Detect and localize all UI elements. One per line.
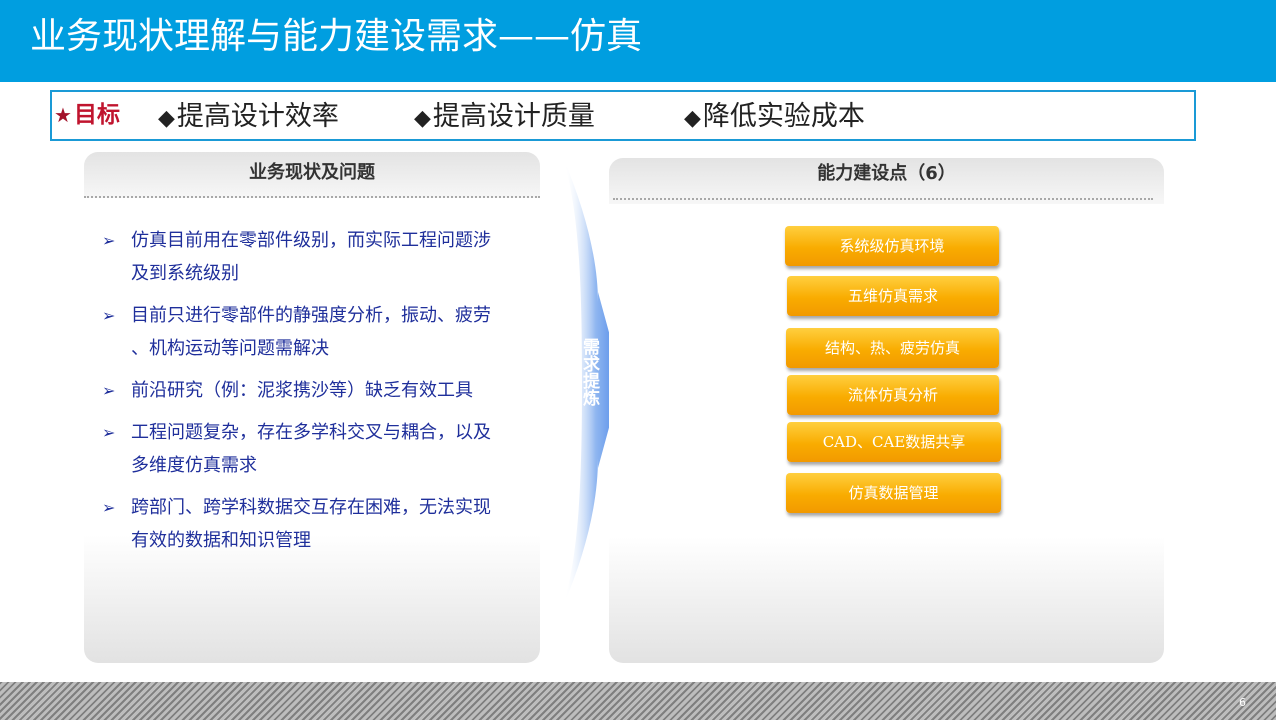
goals-bar: ★ 目标 ◆提高设计效率 ◆提高设计质量 ◆降低实验成本 — [50, 90, 1196, 141]
arrow-label: 需求提炼 — [579, 338, 599, 406]
diamond-icon: ◆ — [158, 106, 175, 131]
diamond-icon: ◆ — [414, 106, 431, 131]
footer-bar: 6 — [0, 682, 1276, 720]
list-item: ➢ 前沿研究（例：泥浆携沙等）缺乏有效工具 — [102, 374, 522, 407]
list-item: ➢ 目前只进行零部件的静强度分析，振动、疲劳 、机构运动等问题需解决 — [102, 299, 522, 365]
list-item: ➢ 工程问题复杂，存在多学科交叉与耦合，以及 多维度仿真需求 — [102, 416, 522, 482]
capability-item: 结构、热、疲劳仿真 — [786, 328, 999, 368]
capability-item: 仿真数据管理 — [786, 473, 1001, 513]
issue-list: ➢ 仿真目前用在零部件级别，而实际工程问题涉 及到系统级别 ➢ 目前只进行零部件的静强… — [102, 224, 522, 566]
capability-item: 系统级仿真环境 — [785, 226, 999, 266]
panel-title: 业务现状及问题 — [249, 162, 375, 183]
divider — [84, 196, 540, 198]
diamond-icon: ◆ — [684, 106, 701, 131]
list-item: ➢ 跨部门、跨学科数据交互存在困难，无法实现 有效的数据和知识管理 — [102, 491, 522, 557]
star-icon: ★ — [54, 103, 72, 127]
panel-title: 能力建设点（6） — [817, 163, 956, 184]
capability-item: 流体仿真分析 — [787, 375, 999, 415]
list-item: ➢ 仿真目前用在零部件级别，而实际工程问题涉 及到系统级别 — [102, 224, 522, 290]
title-bar: 业务现状理解与能力建设需求——仿真 — [0, 0, 1276, 82]
slide-title: 业务现状理解与能力建设需求——仿真 — [30, 16, 643, 57]
goal-item: ◆提高设计质量 — [414, 101, 595, 132]
goal-item: ◆降低实验成本 — [684, 101, 865, 132]
capability-item: 五维仿真需求 — [787, 276, 999, 316]
arrowhead-icon: ➢ — [102, 231, 116, 250]
goals-label: 目标 — [74, 102, 120, 128]
current-status-panel: 业务现状及问题 ➢ 仿真目前用在零部件级别，而实际工程问题涉 及到系统级别 ➢ 目前只… — [84, 152, 540, 663]
arrowhead-icon: ➢ — [102, 306, 116, 325]
arrowhead-icon: ➢ — [102, 381, 116, 400]
goal-item: ◆提高设计效率 — [158, 101, 339, 132]
arrowhead-icon: ➢ — [102, 423, 116, 442]
divider — [613, 198, 1153, 200]
page-number: 6 — [1239, 696, 1246, 709]
capability-item: CAD、CAE数据共享 — [787, 422, 1001, 462]
arrowhead-icon: ➢ — [102, 498, 116, 517]
